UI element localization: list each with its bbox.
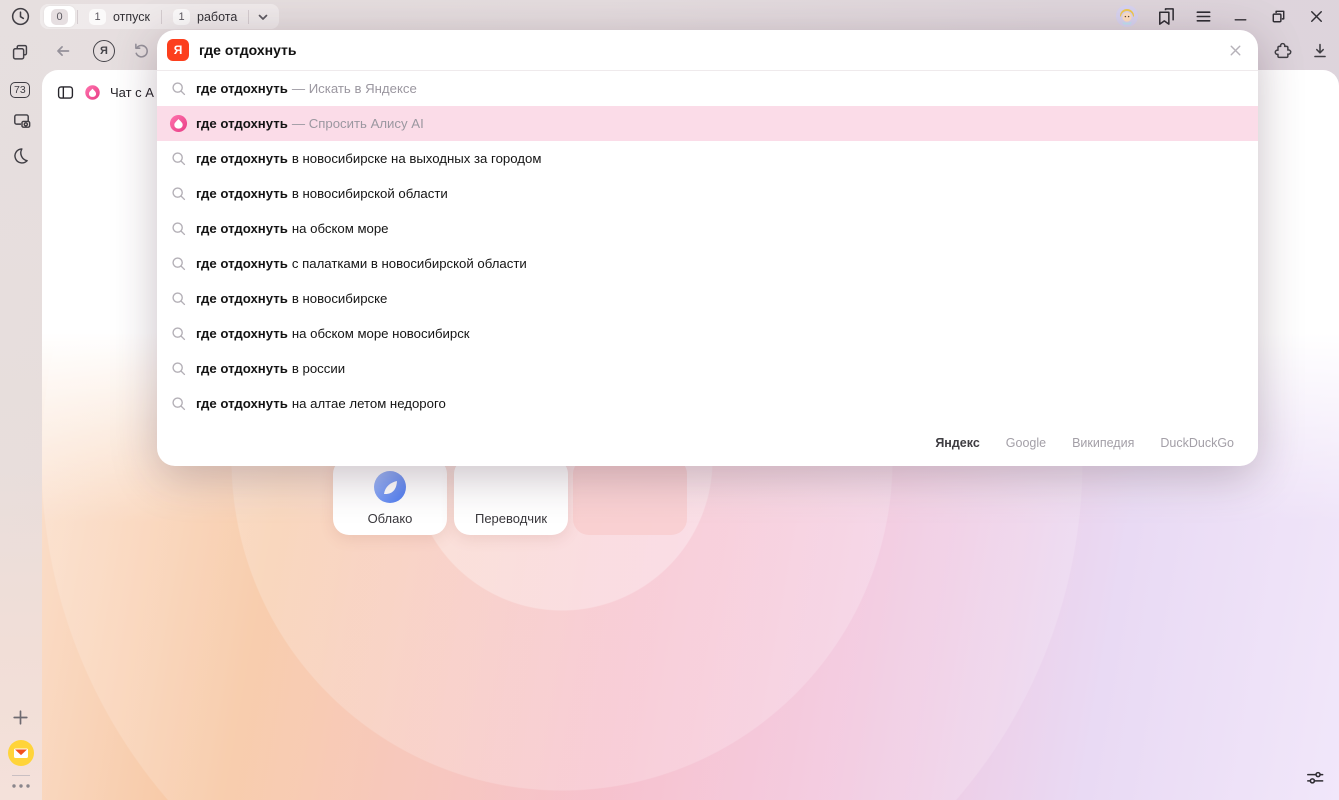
divider [248, 10, 249, 24]
search-icon [169, 185, 188, 202]
search-icon [169, 150, 188, 167]
omnibox-dropdown: Я где отдохнуть где отдохнуть— Искать в … [157, 30, 1258, 466]
cloud-app-icon [373, 470, 407, 504]
suggestion-item[interactable]: где отдохнутьна обском море [157, 211, 1258, 246]
yandex-home-button[interactable]: Я [93, 40, 115, 62]
divider [161, 10, 162, 24]
refresh-button[interactable] [130, 40, 152, 62]
tab-group-label: работа [197, 10, 237, 24]
suggestion-ask-alice[interactable]: где отдохнуть— Спросить Алису AI [157, 106, 1258, 141]
engine-wikipedia[interactable]: Википедия [1072, 436, 1134, 450]
address-bar-query[interactable]: где отдохнуть [199, 42, 297, 58]
tile-label: Облако [333, 511, 447, 526]
chat-header-label: Чат с А [110, 85, 154, 100]
suggestion-item[interactable]: где отдохнутьв новосибирске на выходных … [157, 141, 1258, 176]
suggestion-item[interactable]: где отдохнутьв россии [157, 351, 1258, 386]
clear-query-icon[interactable] [1227, 30, 1244, 70]
tab-group-current[interactable]: 0 [44, 6, 75, 27]
search-icon [169, 290, 188, 307]
tab-group-rabota[interactable]: 1 работа [164, 6, 246, 27]
side-panel-toggle-icon[interactable] [56, 83, 75, 102]
extensions-puzzle-icon[interactable] [1271, 40, 1293, 62]
search-icon [169, 255, 188, 272]
search-engine-switcher: Яндекс Google Википедия DuckDuckGo [157, 421, 1258, 465]
tab-group-otpusk[interactable]: 1 отпуск [80, 6, 159, 27]
tile-empty[interactable] [573, 458, 687, 535]
suggestion-item[interactable]: где отдохнутьна обском море новосибирск [157, 316, 1258, 351]
divider [77, 10, 78, 24]
screenshot-tool-icon[interactable] [10, 109, 33, 132]
engine-duckduckgo[interactable]: DuckDuckGo [1160, 436, 1234, 450]
suggestion-list: где отдохнуть— Искать в Яндексе где отдо… [157, 71, 1258, 421]
tab-groups-chevron-down-icon[interactable] [251, 10, 275, 24]
search-icon [169, 395, 188, 412]
tile-label: Переводчик [454, 511, 568, 526]
window-restore-button[interactable] [1269, 7, 1288, 26]
more-options-dots-icon[interactable] [9, 781, 33, 791]
suggestion-item[interactable]: где отдохнутьв новосибирске [157, 281, 1258, 316]
downloads-icon[interactable] [1309, 40, 1331, 62]
tab-group-count: 0 [51, 9, 68, 25]
profile-avatar[interactable] [1116, 5, 1138, 27]
divider [12, 775, 30, 776]
history-clock-icon[interactable] [9, 5, 32, 28]
search-icon [169, 220, 188, 237]
tab-group-count: 1 [89, 9, 106, 25]
tab-group-count: 1 [173, 9, 190, 25]
search-icon [169, 80, 188, 97]
dark-mode-moon-icon[interactable] [10, 145, 31, 166]
tab-groups-pill: 0 1 отпуск 1 работа [40, 4, 279, 29]
window-top-bar: 0 1 отпуск 1 работа [0, 0, 1339, 32]
suggestion-item[interactable]: где отдохнутьв новосибирской области [157, 176, 1258, 211]
alice-icon [84, 84, 101, 101]
tab-counter-value: 73 [10, 82, 30, 98]
engine-google[interactable]: Google [1006, 436, 1046, 450]
mail-icon[interactable] [8, 740, 34, 766]
tab-group-label: отпуск [113, 10, 150, 24]
alice-chat-header: Чат с А [56, 83, 154, 102]
engine-yandex[interactable]: Яндекс [935, 436, 979, 450]
window-minimize-button[interactable] [1231, 7, 1250, 26]
address-bar[interactable]: Я где отдохнуть [157, 30, 1258, 71]
suggestion-search-in-yandex[interactable]: где отдохнуть— Искать в Яндексе [157, 71, 1258, 106]
tab-counter-badge[interactable]: 73 [10, 82, 30, 98]
search-icon [169, 325, 188, 342]
suggestion-item[interactable]: где отдохнутьна алтае летом недорого [157, 386, 1258, 421]
suggestion-item[interactable]: где отдохнутьс палатками в новосибирской… [157, 246, 1258, 281]
background-settings-sliders-icon[interactable] [1303, 766, 1326, 789]
window-close-button[interactable] [1307, 7, 1326, 26]
left-sidebar: 73 [0, 32, 42, 800]
tile-cloud[interactable]: Облако [333, 458, 447, 535]
search-icon [169, 360, 188, 377]
bookmarks-panel-icon[interactable] [1155, 6, 1176, 27]
tile-translator[interactable]: A Переводчик [454, 458, 568, 535]
yandex-logo-icon[interactable]: Я [167, 39, 189, 61]
menu-hamburger-icon[interactable] [1194, 7, 1213, 26]
back-button[interactable] [52, 40, 74, 62]
alice-icon [169, 114, 188, 133]
add-panel-plus-icon[interactable] [10, 707, 31, 728]
